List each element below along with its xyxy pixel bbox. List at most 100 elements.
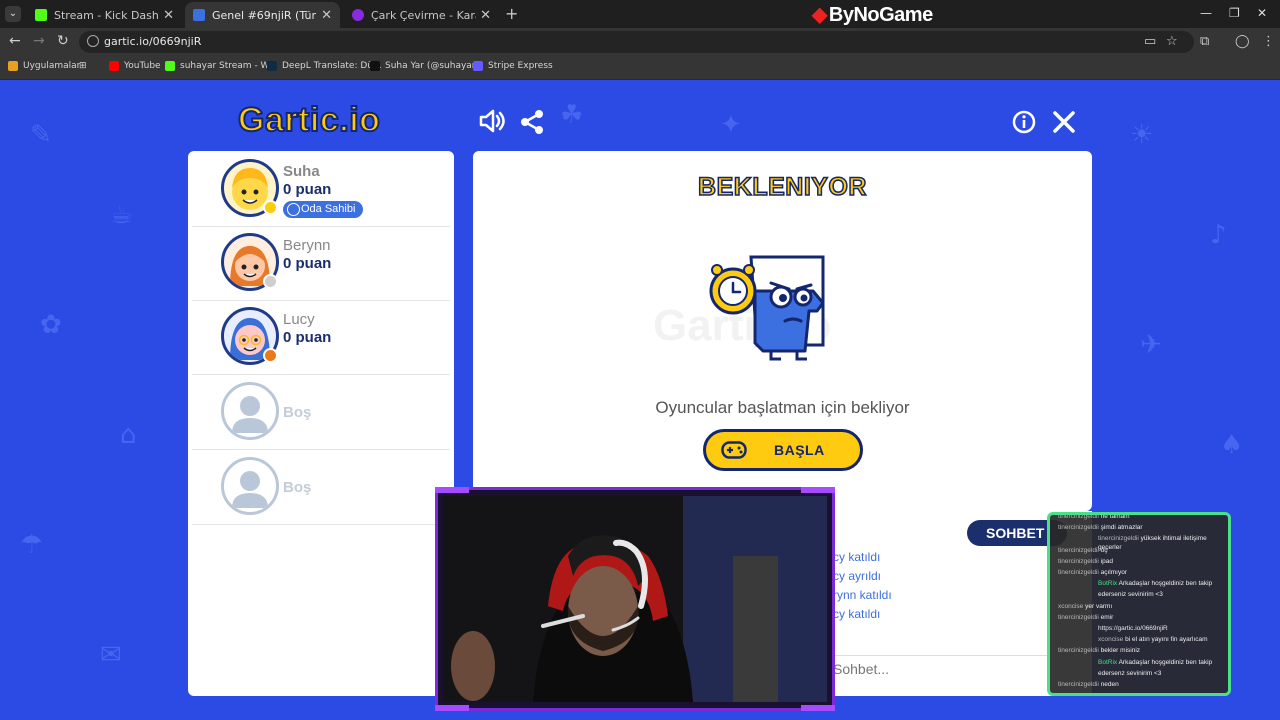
frame-corner [435,705,469,711]
game-main-panel: BEKLENIYOR Gartic.io Oyuncular başlatman… [473,151,1092,511]
url-text[interactable]: gartic.io/0669njiR [104,35,201,48]
status-title: BEKLENIYOR [697,172,867,202]
crown-icon [287,203,300,216]
profile-icon[interactable]: ◯ [1235,34,1250,49]
chat-message-text: edersenz sevinirim <3 [1098,669,1162,677]
browser-toolbar: ← → ↻ gartic.io/0669njiR ▭ ☆ ⧉ ◯ ⋮ [0,28,1280,56]
empty-slot: Boş [192,451,450,525]
doodle-icon: ☘ [560,100,584,130]
bookmark-deepl[interactable]: DeepL Translate: Dü... [267,61,382,71]
close-game-icon[interactable] [1052,110,1076,140]
tab-kick-dashboard[interactable]: Stream - Kick Dashboard ✕ [27,2,182,28]
chat-username: tinercinizgeldii [1058,557,1101,565]
stream-chat-message: BotRix Arkadaşlar hoşgeldiniz ben takip [1058,579,1228,588]
close-window-icon[interactable]: ✕ [1257,6,1267,20]
bynogame-mark-icon: ◆ [812,4,827,26]
chat-log-line: cy katıldı [833,607,881,621]
cast-icon[interactable]: ▭ [1144,34,1156,49]
player-score: 0 puan [283,181,332,198]
stream-chat-message: tinercinizgeldii ne tamam [1058,513,1228,521]
restore-icon[interactable]: ❐ [1229,6,1240,20]
stream-chat-overlay: tinercinizgeldii ne tamam tinercinizgeldi… [1047,512,1231,696]
chat-message-text: bekler misiniz [1100,647,1141,655]
kick-icon [165,61,175,71]
tiktok-icon [370,61,380,71]
bookmark-label: Suha Yar (@suhayar... [385,61,484,71]
menu-icon[interactable]: ⋮ [1262,34,1275,49]
frame-corner [435,487,469,493]
chat-message-text: Arkadaşlar hoşgeldiniz ben takip [1118,580,1213,588]
info-icon[interactable] [1012,110,1036,140]
doodle-icon: ✦ [720,110,742,140]
chat-username: xconcise [1098,636,1126,644]
chat-message-text: bi el atın yayını fin ayarlıcam [1125,636,1208,644]
doodle-icon: ✿ [40,310,62,340]
minimize-icon[interactable]: — [1200,6,1212,20]
bookmark-stripe[interactable]: Stripe Express [473,61,553,71]
close-tab-icon[interactable]: ✕ [321,8,332,23]
bookmark-kick[interactable]: suhayar Stream - W... [165,61,277,71]
chat-input[interactable] [833,655,1051,681]
empty-slot-label: Boş [283,479,312,496]
status-dot [263,200,278,215]
chat-message-text: ne tamam [1100,513,1130,520]
stream-chat-message: tinercinizgeldii açılmıyor [1058,568,1228,577]
stripe-icon [473,61,483,71]
tab-gartic[interactable]: Genel #69njiR (Türkçe) - Gartic ✕ [185,2,340,28]
bookmark-tiktok[interactable]: Suha Yar (@suhayar... [370,61,483,71]
bookmark-star-icon[interactable]: ☆ [1166,34,1178,49]
waiting-mascot-illustration [701,251,851,370]
doodle-icon: ☕ [110,200,134,230]
grid-icon[interactable]: ⊞ [79,61,87,71]
stream-chat-message: BotRix Arkadaşlar hoşgeldiniz ben takip [1058,658,1228,667]
doodle-icon: ✉ [100,640,122,670]
player-row[interactable]: Berynn 0 puan [192,227,450,301]
stream-chat-message: https://gartic.io/0669njiR [1058,624,1228,633]
browser-tab-bar: ⌄ Stream - Kick Dashboard ✕ Genel #69nji… [0,0,1280,28]
doodle-icon: ☀ [1130,120,1154,150]
chat-message-text: https://gartic.io/0669njiR [1098,625,1168,632]
player-row[interactable]: Lucy 0 puan [192,301,450,375]
stream-chat-message: tinercinizgeldii bekler misiniz [1058,646,1228,655]
chat-username: BotRix [1098,580,1119,588]
site-info-icon[interactable] [87,35,99,47]
room-owner-badge: Oda Sahibi [283,201,364,218]
share-icon[interactable] [520,109,544,141]
player-list: Suha 0 puan Oda Sahibi Berynn 0 puan Luc… [188,151,454,696]
back-icon[interactable]: ← [9,33,21,49]
close-tab-icon[interactable]: ✕ [163,8,174,23]
bookmark-youtube[interactable]: YouTube [109,61,161,71]
sound-icon[interactable] [478,108,506,140]
chat-message-text: şimdi atmazlar [1100,524,1143,532]
close-tab-icon[interactable]: ✕ [480,8,491,23]
extensions-icon[interactable]: ⧉ [1200,34,1209,49]
youtube-icon [109,61,119,71]
stream-chat-message: edersenz sevinirim <3 [1058,669,1228,678]
chat-username: tinercinizgeldii [1058,524,1101,532]
empty-avatar-icon [221,457,279,515]
deepl-icon [267,61,277,71]
doodle-icon: ✎ [30,120,52,150]
tab-search-button[interactable]: ⌄ [5,6,21,22]
bookmark-label: suhayar Stream - W... [180,61,277,71]
new-tab-button[interactable]: + [505,4,518,23]
bookmark-apps[interactable]: Uygulamalar [8,61,80,71]
stream-chat-message: xconcise yer varmı [1058,602,1228,611]
stream-chat-message: tinercinizgeldii ipad [1058,557,1228,566]
frame-corner [801,705,835,711]
chat-username: BotRix [1098,658,1119,666]
tab-wheel[interactable]: Çark Çevirme - Karar Çarkı! ✕ [344,2,499,28]
stream-chat-message: ederseniz sevinirim <3 [1058,590,1228,599]
forward-icon[interactable]: → [33,33,45,49]
bookmark-label: DeepL Translate: Dü... [282,61,382,71]
reload-icon[interactable]: ↻ [57,33,69,49]
chat-log-line: rynn katıldı [833,588,892,602]
chat-message-text: açılmıyor [1100,569,1128,576]
address-bar[interactable]: gartic.io/0669njiR [79,31,1194,53]
start-button-label: BAŞLA [774,442,825,458]
waiting-message: Oyuncular başlatman için bekliyor [655,398,910,417]
player-row[interactable]: Suha 0 puan Oda Sahibi [192,153,450,227]
apps-icon [8,61,18,71]
start-game-button[interactable]: BAŞLA [703,429,863,471]
tab-label: Çark Çevirme - Karar Çarkı! [371,8,476,22]
